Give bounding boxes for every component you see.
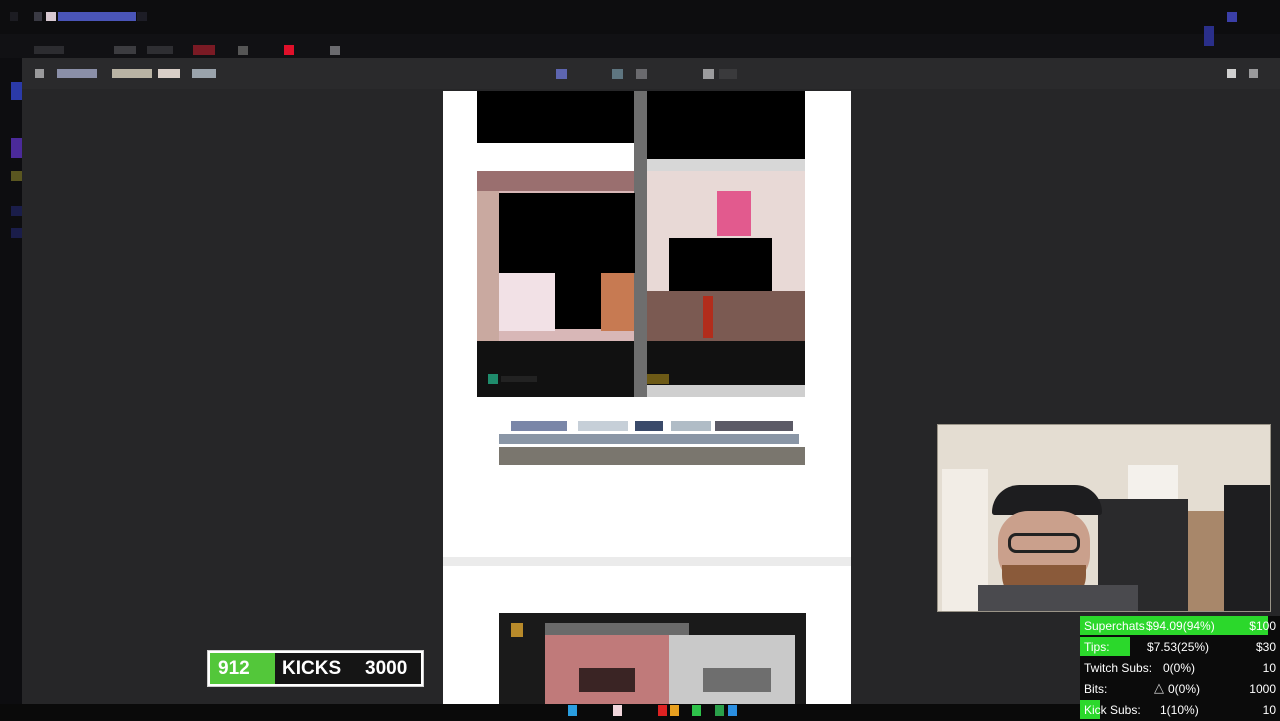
blurred-icon: [1204, 26, 1214, 46]
triangle-outline-icon: △: [1154, 680, 1164, 695]
goal-row-kick-subs: Kick Subs: 1(10%) 10: [1080, 700, 1280, 721]
blurred-tab[interactable]: [34, 46, 64, 54]
blurred-tab[interactable]: [238, 46, 248, 55]
zoom-icon[interactable]: [612, 69, 623, 79]
door-frame: [1184, 511, 1224, 611]
blurred-tab[interactable]: [193, 45, 215, 55]
taskbar-app-icon[interactable]: [658, 705, 667, 716]
goal-value: 1(10%): [1160, 703, 1199, 717]
censored-block: [647, 91, 805, 159]
channel-icon: [647, 374, 669, 384]
taskbar-app-icon[interactable]: [692, 705, 701, 716]
viewer-toolbar: [22, 58, 1280, 89]
blurred-text: [545, 623, 689, 635]
jacket: [1224, 485, 1270, 611]
blurred-tray-icon: [1227, 12, 1237, 22]
goal-target: 1000: [1249, 682, 1276, 696]
goal-row-bits: Bits: △ 0(0%) 1000: [1080, 679, 1280, 700]
taskbar-app-icon[interactable]: [613, 705, 622, 716]
kicks-goal-widget: 912 KICKS 3000: [207, 650, 424, 687]
taskbar: [0, 704, 1080, 720]
toolbar-icon[interactable]: [719, 69, 737, 79]
goal-target: 10: [1262, 703, 1276, 717]
rail-icon[interactable]: [11, 206, 22, 216]
rail-icon[interactable]: [11, 171, 22, 181]
grid-divider: [647, 159, 805, 171]
glasses: [1008, 533, 1080, 553]
thumbnail-caption: [477, 341, 634, 397]
goal-label: Twitch Subs:: [1084, 661, 1153, 675]
taskbar-app-icon[interactable]: [670, 705, 679, 716]
blurred-text: [715, 421, 793, 431]
blurred-file-name: [57, 69, 97, 78]
browser-tab-strip: [0, 26, 1280, 58]
kicks-label: KICKS: [282, 658, 342, 679]
blurred-text: [499, 434, 799, 444]
taskbar-app-icon[interactable]: [715, 705, 724, 716]
blurred-text: [511, 421, 567, 431]
rail-icon[interactable]: [11, 138, 22, 158]
zoom-icon[interactable]: [636, 69, 647, 79]
goal-target: $30: [1255, 640, 1276, 654]
goal-value: $94.09(94%): [1146, 619, 1215, 633]
blurred-text: [671, 421, 711, 431]
donation-goals-panel: Superchats $94.09(94%) $100 Tips: $7.53(…: [1080, 616, 1280, 720]
window-icon: [10, 12, 18, 21]
blurred-text: [34, 12, 42, 21]
blurred-text: [635, 421, 663, 431]
blurred-text: [499, 447, 805, 465]
goal-label: Bits:: [1084, 682, 1108, 696]
goal-target: $100: [1249, 619, 1276, 633]
goal-value: 0(0%): [1163, 661, 1196, 675]
blurred-text: [46, 12, 56, 21]
left-icon-rail: [0, 58, 22, 704]
menu-icon[interactable]: [35, 69, 44, 78]
kicks-goal: 3000: [365, 658, 408, 679]
goal-row-twitch-subs: Twitch Subs: 0(0%) 10: [1080, 658, 1280, 679]
goal-label: Superchats: [1084, 619, 1145, 633]
blurred-text: [578, 421, 628, 431]
rail-icon[interactable]: [11, 228, 22, 238]
goal-value: $7.53(25%): [1147, 640, 1210, 654]
goal-row-tips: Tips: $7.53(25%) $30: [1080, 637, 1280, 658]
blurred-tab[interactable]: [147, 46, 173, 54]
rail-icon[interactable]: [11, 82, 22, 100]
minimize-icon[interactable]: [1227, 69, 1236, 78]
goal-label: Kick Subs:: [1084, 703, 1141, 717]
blurred-tab-icon[interactable]: [284, 45, 294, 55]
page-separator: [443, 557, 851, 566]
taskbar-app-icon[interactable]: [568, 705, 577, 716]
webcam-feed: [937, 424, 1271, 612]
blurred-file-name: [112, 69, 152, 78]
grid-divider: [634, 91, 647, 397]
thumbnail-image[interactable]: [647, 171, 805, 341]
blurred-tab[interactable]: [114, 46, 136, 54]
shirt: [978, 585, 1138, 611]
goal-row-superchats: Superchats $94.09(94%) $100: [1080, 616, 1280, 637]
taskbar-app-icon[interactable]: [728, 705, 737, 716]
card-icon: [511, 623, 523, 637]
blurred-file-name: [158, 69, 180, 78]
bottom-card[interactable]: [499, 613, 806, 704]
goal-value: 0(0%): [1168, 682, 1201, 696]
browser-title-bar: [0, 0, 1280, 34]
blurred-tab-title: [58, 12, 136, 21]
thumbnail-caption: [647, 341, 805, 397]
censored-block: [477, 91, 634, 143]
thumbnail-image[interactable]: [477, 171, 635, 341]
kicks-current: 912: [218, 658, 250, 679]
page-nav-icon[interactable]: [556, 69, 567, 79]
blurred-text: [137, 12, 147, 21]
blurred-file-name: [192, 69, 216, 78]
channel-icon: [488, 374, 498, 384]
goal-label: Tips:: [1084, 640, 1110, 654]
goal-target: 10: [1262, 661, 1276, 675]
close-icon[interactable]: [1249, 69, 1258, 78]
blurred-tab[interactable]: [330, 46, 340, 55]
document-page: [443, 91, 851, 704]
toolbar-icon[interactable]: [703, 69, 714, 79]
